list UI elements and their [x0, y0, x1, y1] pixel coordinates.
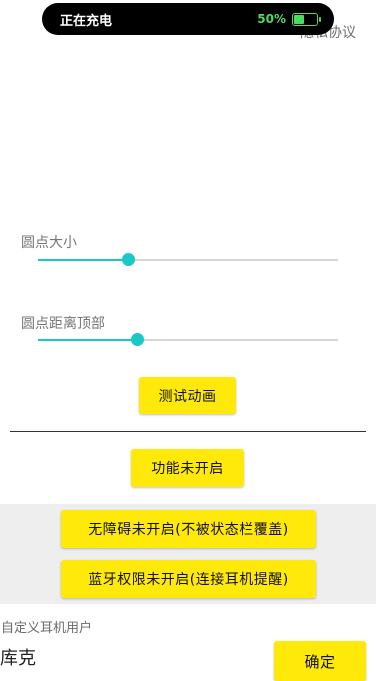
- custom-user-label: 自定义耳机用户: [1, 621, 93, 636]
- slider-fill: [38, 259, 128, 261]
- battery-indicator: 50%: [257, 12, 321, 26]
- feature-status-button[interactable]: 功能未开启: [131, 449, 244, 487]
- divider: [10, 431, 366, 432]
- bluetooth-permission-button[interactable]: 蓝牙权限未开启(连接耳机提醒): [61, 560, 316, 598]
- battery-fill: [294, 14, 304, 24]
- accessibility-button[interactable]: 无障碍未开启(不被状态栏覆盖): [61, 510, 316, 548]
- status-pill: 正在充电 50%: [42, 3, 334, 35]
- battery-tip: [319, 16, 321, 22]
- slider-fill: [38, 339, 137, 341]
- charging-status-text: 正在充电: [60, 13, 113, 29]
- test-animation-button[interactable]: 测试动画: [139, 377, 236, 414]
- slider-thumb[interactable]: [131, 333, 144, 346]
- dot-size-label: 圆点大小: [21, 235, 77, 251]
- confirm-button[interactable]: 确定: [274, 641, 366, 681]
- custom-user-input[interactable]: 库克: [0, 644, 260, 670]
- dot-size-slider[interactable]: [38, 250, 338, 270]
- battery-percent: 50%: [257, 12, 286, 26]
- slider-thumb[interactable]: [122, 253, 135, 266]
- dot-distance-slider[interactable]: [38, 330, 338, 350]
- battery-icon: [292, 12, 321, 26]
